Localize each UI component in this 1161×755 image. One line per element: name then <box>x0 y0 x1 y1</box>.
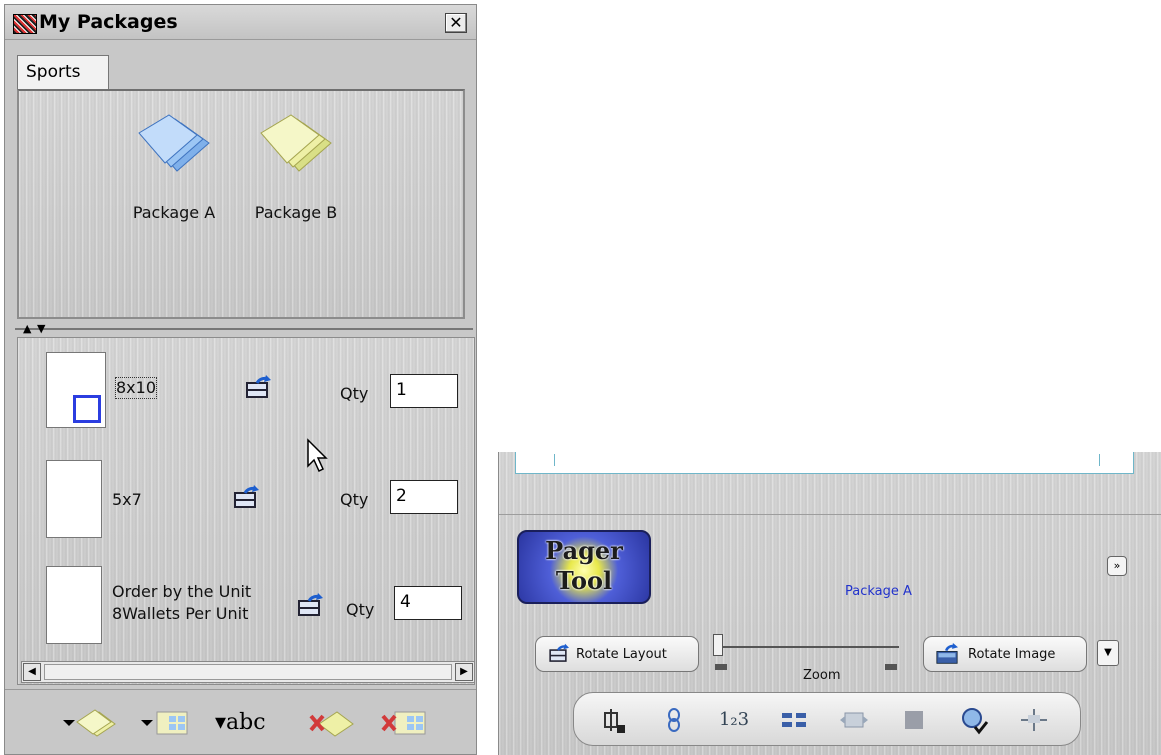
packages-pane: Package A Package B <box>17 89 465 319</box>
package-b-label: Package B <box>254 203 338 222</box>
package-a[interactable]: Package A <box>119 111 229 231</box>
pager-tools-bar: 1₂3 <box>573 692 1081 746</box>
mouse-cursor-icon <box>307 438 328 473</box>
app-icon <box>13 14 37 34</box>
zoom-max-icon <box>885 664 897 670</box>
rotate-image-icon <box>936 643 958 664</box>
tab-sports[interactable]: Sports <box>17 55 109 89</box>
splitter[interactable]: ▲ ▼ <box>5 321 476 335</box>
scroll-thumb[interactable] <box>44 664 452 680</box>
grid-icon <box>782 713 806 727</box>
package-b[interactable]: Package B <box>241 111 351 231</box>
current-package-name: Package A <box>845 584 912 599</box>
items-pane: 8x10 Qty 1 5x7 Qty 2 Order by the Unit 8… <box>17 337 475 685</box>
logo-text-tool: Tool <box>555 566 613 595</box>
panel-divider <box>499 514 1161 515</box>
refresh-check-button[interactable] <box>958 705 990 735</box>
add-layout-button[interactable] <box>139 706 195 740</box>
guide-line <box>554 454 555 466</box>
add-layout-icon <box>141 711 188 735</box>
logo-text-pager: Pager <box>545 536 623 565</box>
fill-icon <box>905 711 923 729</box>
rotate-layout-label: Rotate Layout <box>576 647 667 662</box>
rename-button[interactable]: ▾abc <box>215 706 285 740</box>
add-package-icon <box>63 709 116 737</box>
lock-crop-icon <box>604 709 625 733</box>
zoom-min-icon <box>715 664 727 670</box>
zoom-track <box>713 646 899 648</box>
refresh-check-icon <box>962 708 989 735</box>
pager-tool-logo: Pager Tool <box>517 530 651 604</box>
fit-button[interactable] <box>838 705 870 735</box>
my-packages-window: My Packages ✕ Sports Package A Package B… <box>4 4 477 755</box>
delete-package-icon <box>309 711 354 737</box>
add-package-button[interactable] <box>61 706 117 740</box>
zoom-label: Zoom <box>803 668 841 683</box>
delete-layout-icon <box>381 711 426 735</box>
grid-button[interactable] <box>778 705 810 735</box>
rotate-image-label: Rotate Image <box>968 647 1056 662</box>
link-icon <box>668 708 680 732</box>
qty-input[interactable]: 1 <box>390 374 458 408</box>
scroll-right-button[interactable]: ▶ <box>455 663 473 681</box>
qty-label: Qty <box>340 490 369 509</box>
rotate-options-dropdown[interactable]: ▼ <box>1097 640 1119 666</box>
qty-label: Qty <box>346 600 375 619</box>
window-title: My Packages <box>39 11 178 33</box>
bottom-toolbar: ▾abc <box>5 689 476 754</box>
rotate-icon[interactable] <box>242 374 272 402</box>
link-button[interactable] <box>658 705 690 735</box>
zoom-thumb[interactable] <box>713 634 723 656</box>
item-thumbnail[interactable] <box>46 566 102 644</box>
guides-button[interactable] <box>1018 705 1050 735</box>
scroll-left-button[interactable]: ◀ <box>23 663 41 681</box>
rotate-layout-button[interactable]: Rotate Layout <box>535 636 699 672</box>
splitter-line <box>15 328 473 330</box>
rotate-icon[interactable] <box>294 592 324 620</box>
guide-line <box>1099 454 1100 466</box>
item-label: 5x7 <box>112 490 142 509</box>
title-bar[interactable]: My Packages ✕ <box>5 5 476 40</box>
item-thumbnail[interactable] <box>46 352 106 428</box>
rotate-layout-icon <box>549 643 569 662</box>
item-thumbnail[interactable] <box>46 460 102 538</box>
pager-tool-panel: Pager Tool Package A » Rotate Layout Zoo… <box>498 452 1161 755</box>
guides-icon <box>1021 709 1047 731</box>
item-label: 8Wallets Per Unit <box>112 604 249 623</box>
splitter-up-icon[interactable]: ▲ <box>23 323 31 334</box>
layout-canvas[interactable] <box>515 452 1134 474</box>
qty-label: Qty <box>340 384 369 403</box>
qty-input[interactable]: 2 <box>390 480 458 514</box>
fill-button[interactable] <box>898 705 930 735</box>
package-a-label: Package A <box>132 203 216 222</box>
package-b-icon <box>260 114 332 172</box>
numbering-button[interactable]: 1₂3 <box>718 705 750 735</box>
qty-input[interactable]: 4 <box>394 586 462 620</box>
package-a-icon <box>138 114 210 172</box>
splitter-down-icon[interactable]: ▼ <box>37 323 45 334</box>
horizontal-scrollbar[interactable]: ◀ ▶ <box>21 661 475 683</box>
rotate-image-button[interactable]: Rotate Image <box>923 636 1087 672</box>
item-label: Order by the Unit <box>112 582 252 601</box>
close-button[interactable]: ✕ <box>445 13 467 33</box>
expand-button[interactable]: » <box>1107 556 1127 576</box>
lock-crop-button[interactable] <box>598 705 630 735</box>
zoom-slider[interactable]: Zoom <box>707 634 901 683</box>
selection-box <box>73 395 101 423</box>
fit-icon <box>840 712 868 728</box>
delete-package-button[interactable] <box>301 706 357 740</box>
rotate-icon[interactable] <box>230 484 260 512</box>
item-label[interactable]: 8x10 <box>114 377 158 399</box>
delete-layout-button[interactable] <box>375 706 431 740</box>
